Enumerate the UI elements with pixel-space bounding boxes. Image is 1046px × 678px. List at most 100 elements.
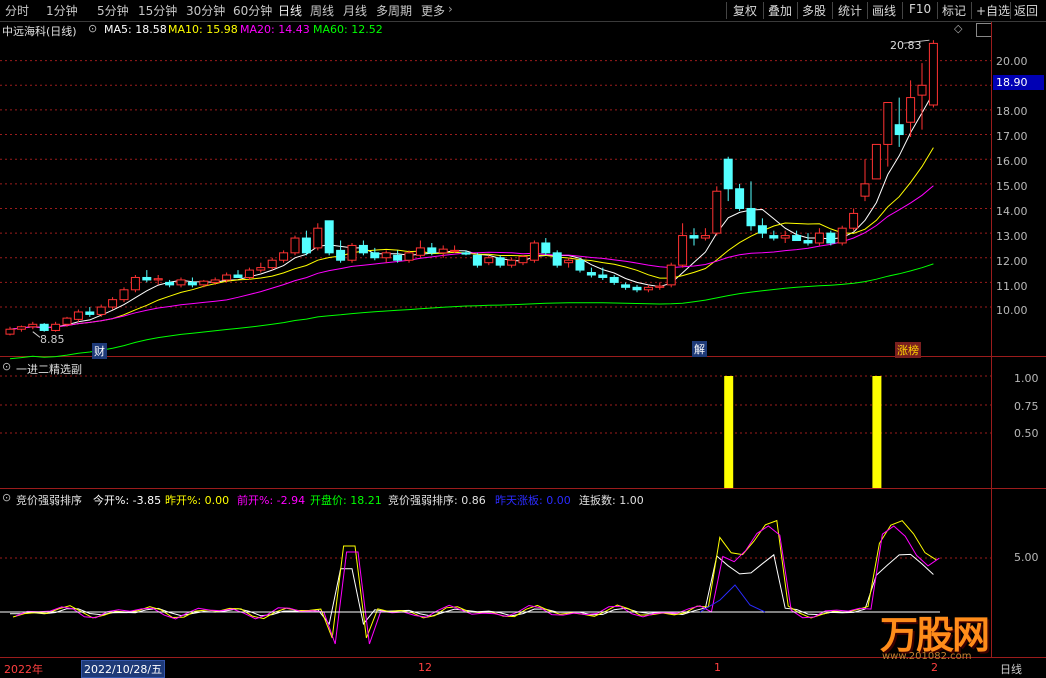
candle-body bbox=[85, 311, 95, 315]
candle-body bbox=[336, 249, 346, 261]
candle-body bbox=[119, 289, 129, 301]
candle-body bbox=[655, 285, 665, 288]
candle-body bbox=[233, 274, 243, 278]
candle-body bbox=[826, 232, 836, 244]
candle-body bbox=[860, 183, 870, 197]
candle-body bbox=[883, 102, 893, 145]
unlock-marker[interactable]: 解 bbox=[692, 341, 707, 357]
candle-body bbox=[484, 257, 494, 264]
current-price-tag: 18.90 bbox=[993, 75, 1044, 90]
earnings-marker[interactable]: 财 bbox=[92, 343, 107, 359]
candle-body bbox=[906, 97, 916, 123]
price-tick: 17.00 bbox=[996, 130, 1028, 143]
sub1-tick: 1.00 bbox=[1014, 372, 1039, 385]
candle-body bbox=[928, 42, 938, 106]
white-line bbox=[9, 553, 934, 626]
candle-body bbox=[39, 323, 49, 331]
candle-body bbox=[187, 281, 197, 286]
candle-body bbox=[586, 272, 596, 276]
candle-body bbox=[96, 306, 106, 315]
candle-body bbox=[222, 274, 232, 281]
candle-body bbox=[244, 269, 254, 278]
sub1-title[interactable]: 一进二精选副 bbox=[16, 361, 82, 377]
candle-body bbox=[415, 247, 425, 256]
candle-body bbox=[450, 249, 460, 252]
candle-body bbox=[814, 232, 824, 244]
candle-body bbox=[267, 259, 277, 269]
candle-body bbox=[792, 235, 802, 242]
candle-body bbox=[621, 284, 631, 288]
low-arrow bbox=[32, 331, 41, 338]
candle-body bbox=[700, 235, 710, 239]
sub1-tick: 0.75 bbox=[1014, 400, 1039, 413]
candle-body bbox=[62, 317, 72, 325]
yesterday-limit-up: 昨天涨板: 0.00 bbox=[495, 494, 571, 507]
high-price-label: 20.83 bbox=[890, 39, 922, 52]
candle-body bbox=[837, 227, 847, 244]
auction-strength: 竞价强弱排序: 0.86 bbox=[388, 494, 486, 507]
candle-body bbox=[495, 257, 505, 266]
candle-body bbox=[746, 207, 756, 227]
price-tick: 13.00 bbox=[996, 230, 1028, 243]
price-tick: 10.00 bbox=[996, 304, 1028, 317]
candle-body bbox=[735, 188, 745, 209]
candle-body bbox=[518, 256, 528, 264]
candle-body bbox=[780, 235, 790, 239]
candle-body bbox=[723, 158, 733, 190]
candle-body bbox=[427, 247, 437, 254]
candle-body bbox=[370, 252, 380, 259]
candle-body bbox=[165, 281, 175, 286]
period-indicator: 日线 bbox=[1000, 663, 1022, 676]
candle-body bbox=[438, 248, 448, 254]
cursor-date: 2022/10/28/五 bbox=[81, 660, 166, 678]
candle-body bbox=[769, 235, 779, 239]
candle-body bbox=[393, 254, 403, 261]
candle-body bbox=[507, 259, 517, 266]
candle-body bbox=[256, 267, 266, 271]
month-label: 2 bbox=[931, 661, 938, 674]
candle-body bbox=[130, 276, 140, 291]
candle-body bbox=[917, 84, 927, 96]
candle-body bbox=[689, 235, 699, 239]
candle-body bbox=[757, 225, 767, 234]
candle-body bbox=[803, 240, 813, 244]
low-price-label: 8.85 bbox=[40, 333, 65, 346]
signal-bar bbox=[872, 376, 882, 488]
sub1-tick: 0.50 bbox=[1014, 427, 1039, 440]
candle-body bbox=[73, 311, 83, 320]
sub1-menu-icon[interactable]: ⊙ bbox=[2, 360, 11, 373]
price-tick: 11.00 bbox=[996, 280, 1028, 293]
price-tick: 15.00 bbox=[996, 180, 1028, 193]
limit-up-list-marker[interactable]: 涨榜 bbox=[895, 342, 921, 358]
yellow-line bbox=[12, 519, 937, 639]
price-tick: 16.00 bbox=[996, 155, 1028, 168]
sub2-menu-icon[interactable]: ⊙ bbox=[2, 491, 11, 504]
candle-body bbox=[849, 212, 859, 229]
sub2-title[interactable]: 竞价强弱排序 bbox=[16, 492, 82, 508]
candle-body bbox=[381, 252, 391, 259]
signal-bar bbox=[724, 376, 734, 488]
candle-body bbox=[51, 323, 61, 331]
candlestick-chart[interactable] bbox=[0, 0, 1046, 677]
candle-body bbox=[176, 279, 186, 286]
candle-body bbox=[153, 278, 163, 281]
candle-body bbox=[632, 286, 642, 291]
candle-body bbox=[552, 252, 562, 266]
open-price: 开盘价: 18.21 bbox=[310, 494, 382, 507]
month-label: 12 bbox=[418, 661, 432, 674]
candle-body bbox=[5, 328, 15, 335]
candle-body bbox=[324, 220, 334, 254]
candle-body bbox=[598, 274, 608, 278]
candle-body bbox=[28, 323, 38, 328]
candle-body bbox=[142, 276, 152, 281]
candle-body bbox=[643, 286, 653, 291]
candle-body bbox=[301, 237, 311, 254]
price-tick: 18.00 bbox=[996, 105, 1028, 118]
month-label: 1 bbox=[714, 661, 721, 674]
candle-body bbox=[313, 227, 323, 249]
magenta-line bbox=[15, 525, 940, 645]
candle-body bbox=[279, 252, 289, 261]
candle-body bbox=[472, 254, 482, 266]
candle-body bbox=[871, 143, 881, 180]
price-tick: 12.00 bbox=[996, 255, 1028, 268]
